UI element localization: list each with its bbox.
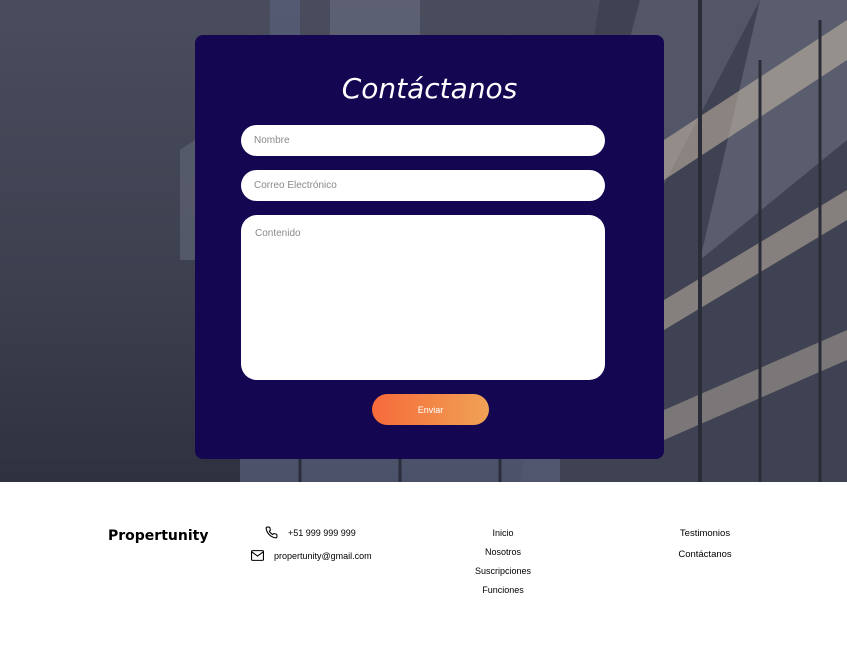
email-input[interactable] <box>241 170 605 201</box>
name-input[interactable] <box>241 125 605 156</box>
footer-link-testimonios[interactable]: Testimonios <box>660 528 750 549</box>
contact-title: Contáctanos <box>341 72 518 105</box>
email-row: propertunity@gmail.com <box>251 550 372 561</box>
brand-logo: Propertunity <box>108 528 209 544</box>
footer: Propertunity +51 999 999 999 propertunit… <box>0 482 847 660</box>
contact-card: Contáctanos Enviar <box>195 35 664 459</box>
phone-number: +51 999 999 999 <box>288 527 356 538</box>
email-address: propertunity@gmail.com <box>274 550 372 561</box>
footer-link-nosotros[interactable]: Nosotros <box>463 546 543 565</box>
footer-links-secondary: Testimonios Contáctanos <box>660 528 750 570</box>
hero-section: Contáctanos Enviar <box>0 0 847 482</box>
footer-link-inicio[interactable]: Inicio <box>463 527 543 546</box>
phone-row: +51 999 999 999 <box>265 526 356 539</box>
footer-link-funciones[interactable]: Funciones <box>463 584 543 603</box>
footer-link-suscripciones[interactable]: Suscripciones <box>463 565 543 584</box>
mail-icon <box>251 550 264 561</box>
phone-icon <box>265 526 278 539</box>
send-button[interactable]: Enviar <box>372 394 489 425</box>
content-textarea[interactable] <box>241 215 605 380</box>
footer-link-contactanos[interactable]: Contáctanos <box>660 549 750 570</box>
footer-links-primary: Inicio Nosotros Suscripciones Funciones <box>463 527 543 603</box>
